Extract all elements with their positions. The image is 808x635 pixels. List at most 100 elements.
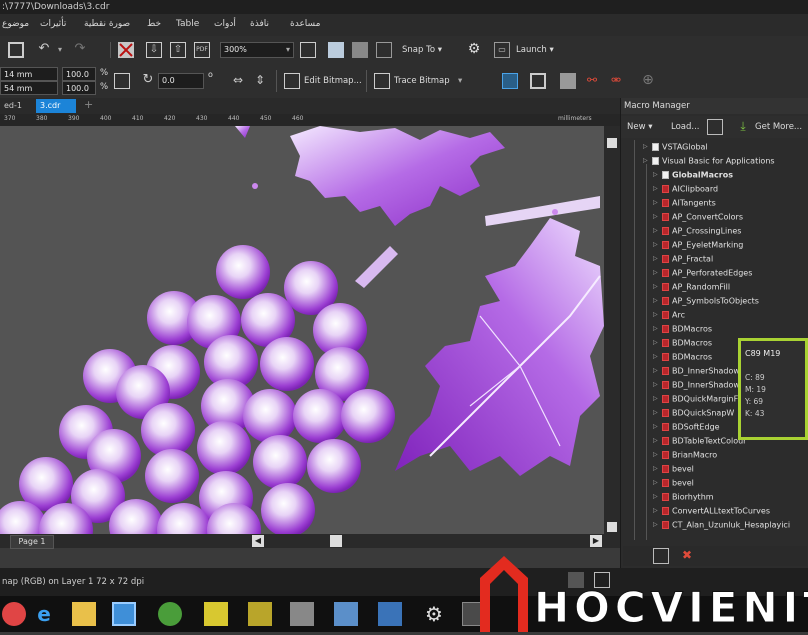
menu-item-help[interactable]: مساعدة xyxy=(290,19,320,29)
macro-tree-item[interactable]: ▷ BDQuickMarginFi xyxy=(653,392,740,406)
macro-tree-item[interactable]: ▷ Arc xyxy=(653,308,685,322)
rotation-angle-field[interactable]: 0.0 xyxy=(158,73,204,89)
edit-bitmap-button[interactable]: Edit Bitmap... xyxy=(304,76,362,86)
corel-photopaint-icon[interactable] xyxy=(248,602,272,626)
macro-tree-item[interactable]: ▷ BDTableTextColour xyxy=(653,434,746,448)
export-icon[interactable]: ⇧ xyxy=(170,42,186,58)
trace-bitmap-button[interactable]: Trace Bitmap xyxy=(394,76,450,86)
get-more-button[interactable]: Get More... xyxy=(755,122,802,132)
snap-to-dropdown[interactable]: Snap To ▾ xyxy=(402,45,442,55)
grape-artwork[interactable] xyxy=(0,126,604,534)
macro-tree-item[interactable]: ▷ ConvertALLtextToCurves xyxy=(653,504,770,518)
tab-ed-1[interactable]: ed-1 xyxy=(0,99,34,113)
scroll-up-icon[interactable] xyxy=(607,138,617,148)
scroll-right-icon[interactable]: ▶ xyxy=(590,535,602,547)
expand-arrow-icon[interactable]: ▷ xyxy=(653,392,660,406)
gear-icon[interactable]: ⚙ xyxy=(466,42,482,58)
internet-explorer-icon[interactable]: e xyxy=(32,602,56,626)
expand-arrow-icon[interactable]: ▷ xyxy=(653,434,660,448)
horizontal-scroll-thumb[interactable] xyxy=(330,535,342,547)
launch-dropdown[interactable]: Launch ▾ xyxy=(516,45,554,55)
expand-arrow-icon[interactable]: ▷ xyxy=(653,210,660,224)
download-icon[interactable]: ⤓ xyxy=(735,119,751,135)
break-link-icon[interactable]: ⚮ xyxy=(608,73,624,89)
object-width-field[interactable]: 14 mm xyxy=(0,67,58,81)
rotate-icon[interactable]: ↻ xyxy=(140,73,156,89)
expand-arrow-icon[interactable]: ▷ xyxy=(653,462,660,476)
menu-item-text[interactable]: خط xyxy=(147,19,161,29)
page-tab[interactable]: Page 1 xyxy=(10,535,54,549)
zoom-level-field[interactable]: 300% ▾ xyxy=(220,42,294,58)
macro-tree-item[interactable]: ▷ bevel xyxy=(653,462,694,476)
menu-item-tools[interactable]: أدوات xyxy=(214,19,236,29)
expand-arrow-icon[interactable]: ▷ xyxy=(653,182,660,196)
trace-bitmap-dropdown[interactable]: ▾ xyxy=(458,76,462,86)
load-button[interactable]: Load... xyxy=(671,122,700,132)
add-icon[interactable]: ⊕ xyxy=(640,73,656,89)
macro-tree-item[interactable]: ▷ BDMacros xyxy=(653,336,712,350)
expand-arrow-icon[interactable]: ▷ xyxy=(653,518,660,532)
copy-icon[interactable] xyxy=(8,42,24,58)
macro-tree-item[interactable]: ▷ VSTAGlobal xyxy=(643,140,708,154)
macro-tree-item[interactable]: ▷ CT_Alan_Uzunluk_Hesaplayici xyxy=(653,518,790,532)
full-screen-icon[interactable] xyxy=(300,42,316,58)
undo-icon[interactable]: ↶ xyxy=(36,42,52,58)
expand-arrow-icon[interactable]: ▷ xyxy=(653,364,660,378)
show-rulers-icon[interactable] xyxy=(328,42,344,58)
menu-item-window[interactable]: نافذة xyxy=(250,19,269,29)
lock-ratio-icon[interactable] xyxy=(114,73,130,89)
add-tab-icon[interactable]: + xyxy=(80,99,94,113)
mirror-vertical-icon[interactable]: ⇕ xyxy=(252,73,268,89)
coreldraw-icon[interactable] xyxy=(204,602,228,626)
new-macro-dropdown[interactable]: New ▾ xyxy=(627,122,653,132)
file-explorer-icon[interactable] xyxy=(72,602,96,626)
macro-tree-item[interactable]: ▷ BD_InnerShadow xyxy=(653,378,740,392)
macro-tree-item[interactable]: ▷ AP_ConvertColors xyxy=(653,210,743,224)
scale-x-field[interactable]: 100.0 xyxy=(62,67,96,81)
menu-item-table[interactable]: Table xyxy=(176,19,199,29)
expand-arrow-icon[interactable]: ▷ xyxy=(653,224,660,238)
expand-arrow-icon[interactable]: ▷ xyxy=(643,140,650,154)
macro-tree-item[interactable]: ▷ BDMacros xyxy=(653,322,712,336)
macro-tree-item[interactable]: ▷ AP_SymbolsToObjects xyxy=(653,294,759,308)
expand-arrow-icon[interactable]: ▷ xyxy=(653,350,660,364)
bitmap-color-mask-icon[interactable] xyxy=(560,73,576,89)
show-grid-icon[interactable] xyxy=(352,42,368,58)
settings-gear-icon[interactable]: ⚙ xyxy=(422,602,446,626)
expand-arrow-icon[interactable]: ▷ xyxy=(653,476,660,490)
expand-arrow-icon[interactable]: ▷ xyxy=(653,448,660,462)
scale-y-field[interactable]: 100.0 xyxy=(62,81,96,95)
publish-pdf-icon[interactable]: PDF xyxy=(194,42,210,58)
macro-tree-item[interactable]: ▷ BDMacros xyxy=(653,350,712,364)
macro-tree-item[interactable]: ▷ Biorhythm xyxy=(653,490,714,504)
macro-tree-item[interactable]: ▷ AP_RandomFill xyxy=(653,280,730,294)
expand-arrow-icon[interactable]: ▷ xyxy=(653,238,660,252)
macro-tree-item[interactable]: ▷ AP_PerforatedEdges xyxy=(653,266,752,280)
media-icon[interactable] xyxy=(158,602,182,626)
window-icon[interactable] xyxy=(378,602,402,626)
menu-item-object[interactable]: موضوع xyxy=(2,19,29,29)
macro-tree-item[interactable]: ▷ AP_Fractal xyxy=(653,252,713,266)
launch-icon[interactable]: ▭ xyxy=(494,42,510,58)
app-icon[interactable] xyxy=(112,602,136,626)
macro-tree-item[interactable]: ▷ BD_InnerShadow xyxy=(653,364,740,378)
macro-tree-item[interactable]: ▷ AP_EyeletMarking xyxy=(653,238,743,252)
network-icon[interactable] xyxy=(334,602,358,626)
macro-tree-item[interactable]: ▷ AP_CrossingLines xyxy=(653,224,741,238)
expand-arrow-icon[interactable]: ▷ xyxy=(653,280,660,294)
scroll-left-icon[interactable]: ◀ xyxy=(252,535,264,547)
macro-tree-item[interactable]: ▷ GlobalMacros xyxy=(653,168,733,182)
drawing-canvas[interactable] xyxy=(0,126,604,534)
expand-arrow-icon[interactable]: ▷ xyxy=(653,490,660,504)
expand-arrow-icon[interactable]: ▷ xyxy=(653,322,660,336)
menu-item-effects[interactable]: تأثيرات xyxy=(40,19,66,29)
expand-arrow-icon[interactable]: ▷ xyxy=(653,336,660,350)
mirror-horizontal-icon[interactable]: ⇔ xyxy=(230,73,246,89)
macro-tree-item[interactable]: ▷ bevel xyxy=(653,476,694,490)
macro-tree-item[interactable]: ▷ AITangents xyxy=(653,196,716,210)
scroll-down-icon[interactable] xyxy=(607,522,617,532)
expand-arrow-icon[interactable]: ▷ xyxy=(653,378,660,392)
expand-arrow-icon[interactable]: ▷ xyxy=(643,154,650,168)
macro-tree-item[interactable]: ▷ BDQuickSnapW xyxy=(653,406,734,420)
resample-icon[interactable] xyxy=(530,73,546,89)
